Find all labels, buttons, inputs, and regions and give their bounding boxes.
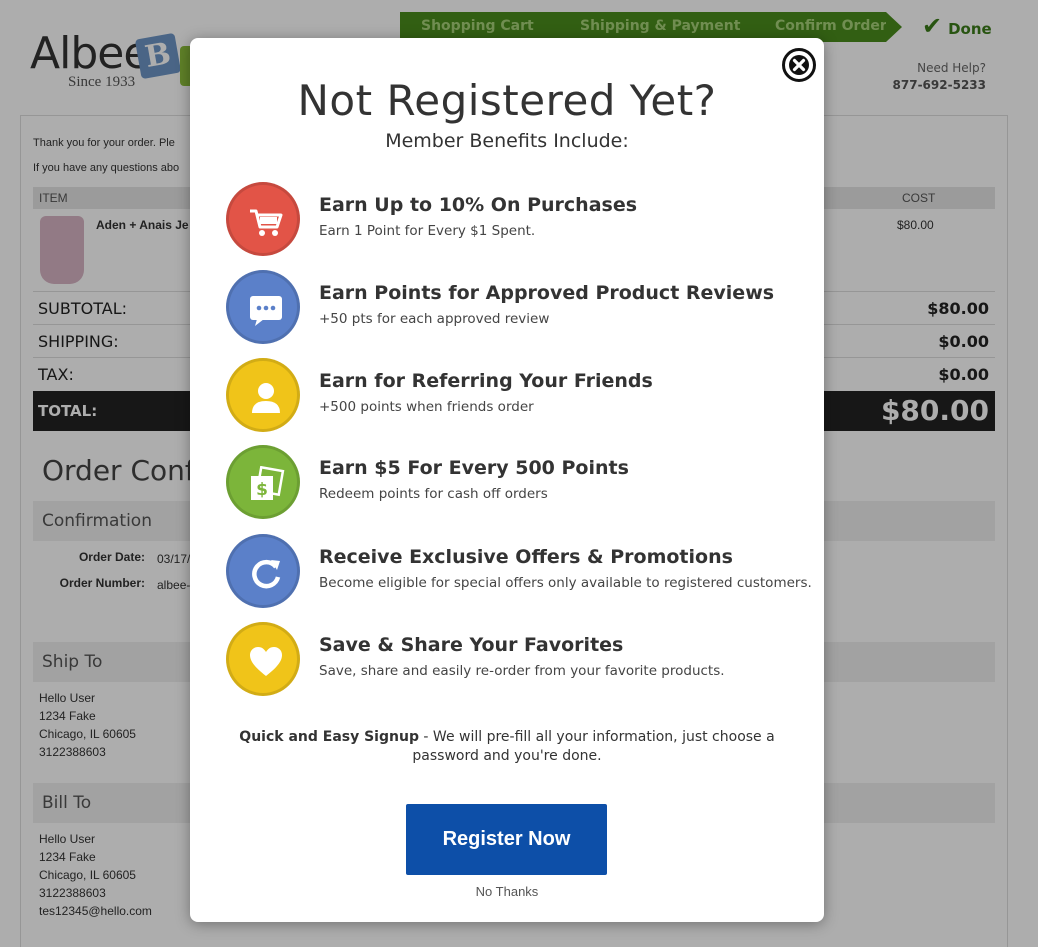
benefit-item: Receive Exclusive Offers & Promotions Be… <box>226 534 812 610</box>
benefit-desc: Become eligible for special offers only … <box>319 575 812 591</box>
benefit-item: $ Earn $5 For Every 500 Points Redeem po… <box>226 445 806 521</box>
benefit-title: Earn $5 For Every 500 Points <box>319 457 629 479</box>
benefit-desc: Redeem points for cash off orders <box>319 486 548 502</box>
modal-subtitle: Member Benefits Include: <box>385 130 629 152</box>
heart-icon <box>226 622 300 696</box>
benefit-title: Receive Exclusive Offers & Promotions <box>319 546 733 568</box>
benefit-item: Earn Up to 10% On Purchases Earn 1 Point… <box>226 182 806 258</box>
cart-icon <box>226 182 300 256</box>
benefit-title: Earn Points for Approved Product Reviews <box>319 282 775 304</box>
benefit-title: Save & Share Your Favorites <box>319 634 624 656</box>
registration-modal: Not Registered Yet? Member Benefits Incl… <box>190 38 824 922</box>
benefit-title: Earn for Referring Your Friends <box>319 370 653 392</box>
close-icon <box>789 55 809 75</box>
cash-icon: $ <box>226 445 300 519</box>
benefit-desc: Earn 1 Point for Every $1 Spent. <box>319 223 536 239</box>
benefit-desc: Save, share and easily re-order from you… <box>319 663 725 679</box>
signup-bold: Quick and Easy Signup <box>239 729 419 745</box>
signup-text: - We will pre-fill all your information,… <box>412 729 775 764</box>
benefit-desc: +50 pts for each approved review <box>319 311 550 327</box>
person-icon <box>226 358 300 432</box>
register-now-button[interactable]: Register Now <box>406 804 607 875</box>
svg-text:$: $ <box>256 480 268 500</box>
modal-title: Not Registered Yet? <box>297 76 717 125</box>
signup-note: Quick and Easy Signup - We will pre-fill… <box>220 728 794 766</box>
benefit-item: Earn Points for Approved Product Reviews… <box>226 270 806 346</box>
refresh-icon <box>226 534 300 608</box>
benefit-desc: +500 points when friends order <box>319 399 534 415</box>
chat-bubble-icon <box>226 270 300 344</box>
no-thanks-link[interactable]: No Thanks <box>190 884 824 899</box>
benefit-title: Earn Up to 10% On Purchases <box>319 194 638 216</box>
benefit-item: Save & Share Your Favorites Save, share … <box>226 622 806 698</box>
benefit-item: Earn for Referring Your Friends +500 poi… <box>226 358 806 434</box>
